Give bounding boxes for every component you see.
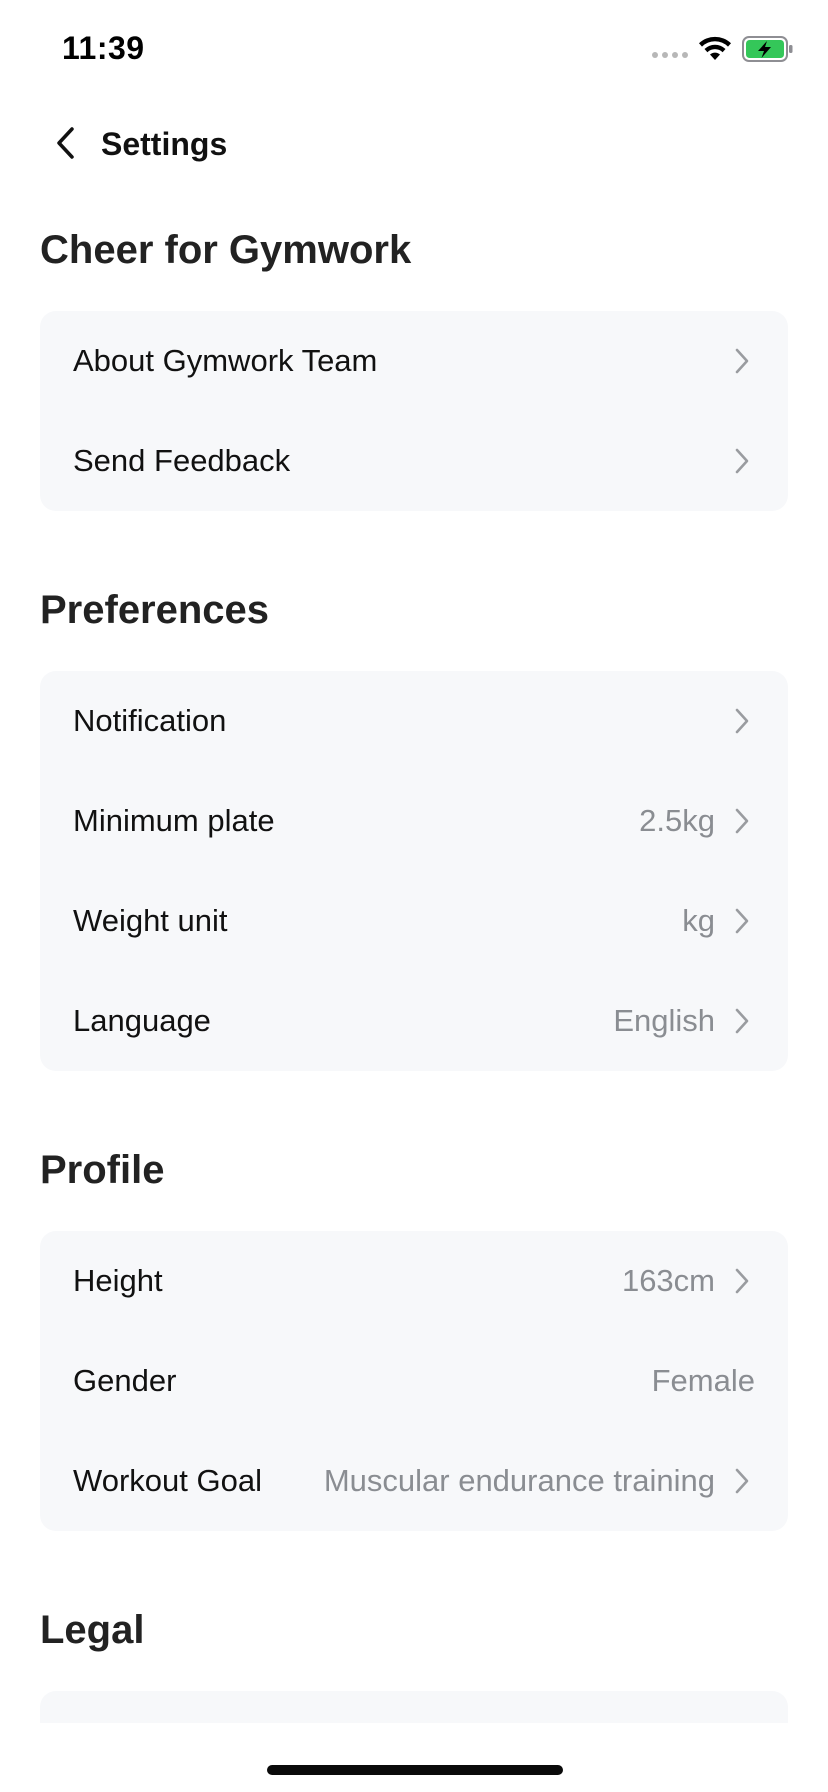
wifi-icon bbox=[699, 36, 731, 60]
chevron-left-icon bbox=[57, 127, 74, 159]
preferences-card: Notification Minimum plate 2.5kg Weight … bbox=[40, 671, 788, 1071]
section-title-legal: Legal bbox=[40, 1608, 145, 1652]
row-label: Send Feedback bbox=[73, 443, 291, 478]
settings-row-weight-unit[interactable]: Weight unit kg bbox=[40, 871, 788, 971]
settings-row-send-feedback[interactable]: Send Feedback bbox=[40, 411, 788, 511]
chevron-right-icon bbox=[735, 908, 749, 934]
settings-row-gender: Gender Female bbox=[40, 1331, 788, 1431]
home-indicator[interactable] bbox=[267, 1765, 563, 1775]
section-title-cheer: Cheer for Gymwork bbox=[40, 228, 412, 272]
row-label: Weight unit bbox=[73, 903, 228, 938]
settings-row-minimum-plate[interactable]: Minimum plate 2.5kg bbox=[40, 771, 788, 871]
row-label: About Gymwork Team bbox=[73, 343, 378, 378]
chevron-right-icon bbox=[735, 448, 749, 474]
profile-card: Height 163cm Gender Female Workout Goal … bbox=[40, 1231, 788, 1531]
chevron-right-icon bbox=[735, 1008, 749, 1034]
row-value: Muscular endurance training bbox=[323, 1463, 715, 1498]
settings-row-workout-goal[interactable]: Workout Goal Muscular endurance training bbox=[40, 1431, 788, 1531]
row-value: kg bbox=[682, 903, 715, 938]
row-value: 2.5kg bbox=[639, 803, 715, 838]
section-title-profile: Profile bbox=[40, 1148, 165, 1192]
section-title-preferences: Preferences bbox=[40, 588, 270, 632]
row-label: Height bbox=[73, 1263, 163, 1298]
row-label: Minimum plate bbox=[73, 803, 275, 838]
settings-row-height[interactable]: Height 163cm bbox=[40, 1231, 788, 1331]
settings-row-about-team[interactable]: About Gymwork Team bbox=[40, 311, 788, 411]
chevron-right-icon bbox=[735, 348, 749, 374]
status-time: 11:39 bbox=[62, 30, 145, 66]
chevron-right-icon bbox=[735, 808, 749, 834]
row-label: Workout Goal bbox=[73, 1463, 262, 1498]
battery-charging-icon bbox=[742, 36, 793, 62]
settings-row-notification[interactable]: Notification bbox=[40, 671, 788, 771]
row-value: English bbox=[613, 1003, 715, 1038]
status-bar: 11:39 bbox=[0, 0, 828, 100]
row-label: Language bbox=[73, 1003, 211, 1038]
legal-card bbox=[40, 1691, 788, 1723]
chevron-right-icon bbox=[735, 708, 749, 734]
row-label: Notification bbox=[73, 703, 227, 738]
row-label: Gender bbox=[73, 1363, 177, 1398]
row-value: Female bbox=[651, 1363, 755, 1398]
page-title: Settings bbox=[101, 126, 228, 162]
navigation-bar: Settings bbox=[0, 110, 828, 176]
row-value: 163cm bbox=[621, 1263, 715, 1298]
chevron-right-icon bbox=[735, 1468, 749, 1494]
cheer-card: About Gymwork Team Send Feedback bbox=[40, 311, 788, 511]
back-button[interactable] bbox=[40, 118, 90, 168]
signal-dots-icon bbox=[652, 52, 688, 58]
settings-row-language[interactable]: Language English bbox=[40, 971, 788, 1071]
chevron-right-icon bbox=[735, 1268, 749, 1294]
